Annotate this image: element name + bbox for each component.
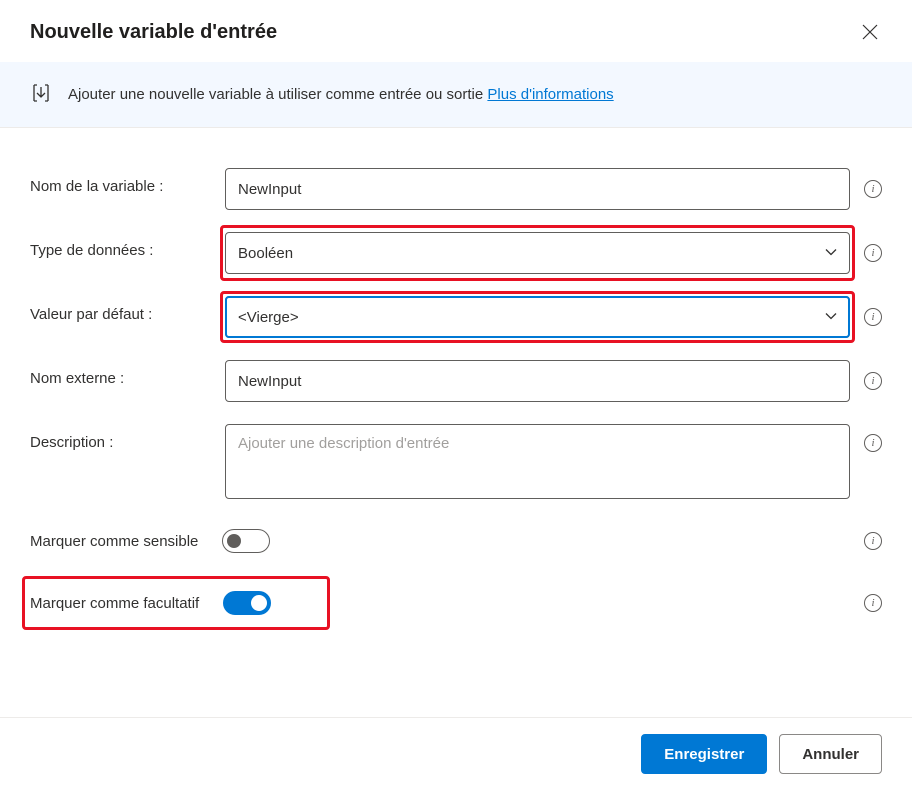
- info-icon[interactable]: i: [864, 434, 882, 452]
- close-icon: [862, 24, 878, 40]
- label-external-name: Nom externe :: [30, 360, 225, 387]
- info-banner: Ajouter une nouvelle variable à utiliser…: [0, 62, 912, 128]
- form-body: Nom de la variable : i Type de données :…: [0, 128, 912, 667]
- info-icon[interactable]: i: [864, 372, 882, 390]
- dialog-title: Nouvelle variable d'entrée: [30, 21, 277, 44]
- info-banner-message: Ajouter une nouvelle variable à utiliser…: [68, 86, 487, 103]
- info-icon[interactable]: i: [864, 594, 882, 612]
- row-variable-name: Nom de la variable : i: [30, 168, 882, 210]
- row-mark-optional: Marquer comme facultatif i: [30, 591, 882, 615]
- label-mark-optional: Marquer comme facultatif: [30, 595, 199, 612]
- cancel-button[interactable]: Annuler: [779, 734, 882, 774]
- label-default-value: Valeur par défaut :: [30, 296, 225, 323]
- toggle-knob: [251, 595, 267, 611]
- download-icon: [30, 82, 52, 107]
- info-banner-text: Ajouter une nouvelle variable à utiliser…: [68, 86, 614, 103]
- label-description: Description :: [30, 424, 225, 451]
- row-mark-sensitive: Marquer comme sensible i: [30, 529, 882, 553]
- save-button[interactable]: Enregistrer: [641, 734, 767, 774]
- select-data-type-value: Booléen: [238, 245, 293, 262]
- info-icon[interactable]: i: [864, 180, 882, 198]
- row-default-value: Valeur par défaut : <Vierge> i: [30, 296, 882, 338]
- row-data-type: Type de données : Booléen i: [30, 232, 882, 274]
- textarea-description[interactable]: [225, 424, 850, 499]
- row-external-name: Nom externe : i: [30, 360, 882, 402]
- label-variable-name: Nom de la variable :: [30, 168, 225, 195]
- input-variable-name[interactable]: [225, 168, 850, 210]
- label-mark-sensitive: Marquer comme sensible: [30, 533, 198, 550]
- info-icon[interactable]: i: [864, 532, 882, 550]
- toggle-knob: [227, 534, 241, 548]
- info-icon[interactable]: i: [864, 244, 882, 262]
- row-description: Description : i: [30, 424, 882, 499]
- select-default-value-value: <Vierge>: [238, 309, 299, 326]
- dialog-footer: Enregistrer Annuler: [0, 717, 912, 790]
- more-info-link[interactable]: Plus d'informations: [487, 86, 613, 103]
- close-button[interactable]: [858, 20, 882, 44]
- info-icon[interactable]: i: [864, 308, 882, 326]
- select-data-type[interactable]: Booléen: [225, 232, 850, 274]
- input-external-name[interactable]: [225, 360, 850, 402]
- dialog-header: Nouvelle variable d'entrée: [0, 0, 912, 62]
- toggle-mark-optional[interactable]: [223, 591, 271, 615]
- toggle-mark-sensitive[interactable]: [222, 529, 270, 553]
- select-default-value[interactable]: <Vierge>: [225, 296, 850, 338]
- label-data-type: Type de données :: [30, 232, 225, 259]
